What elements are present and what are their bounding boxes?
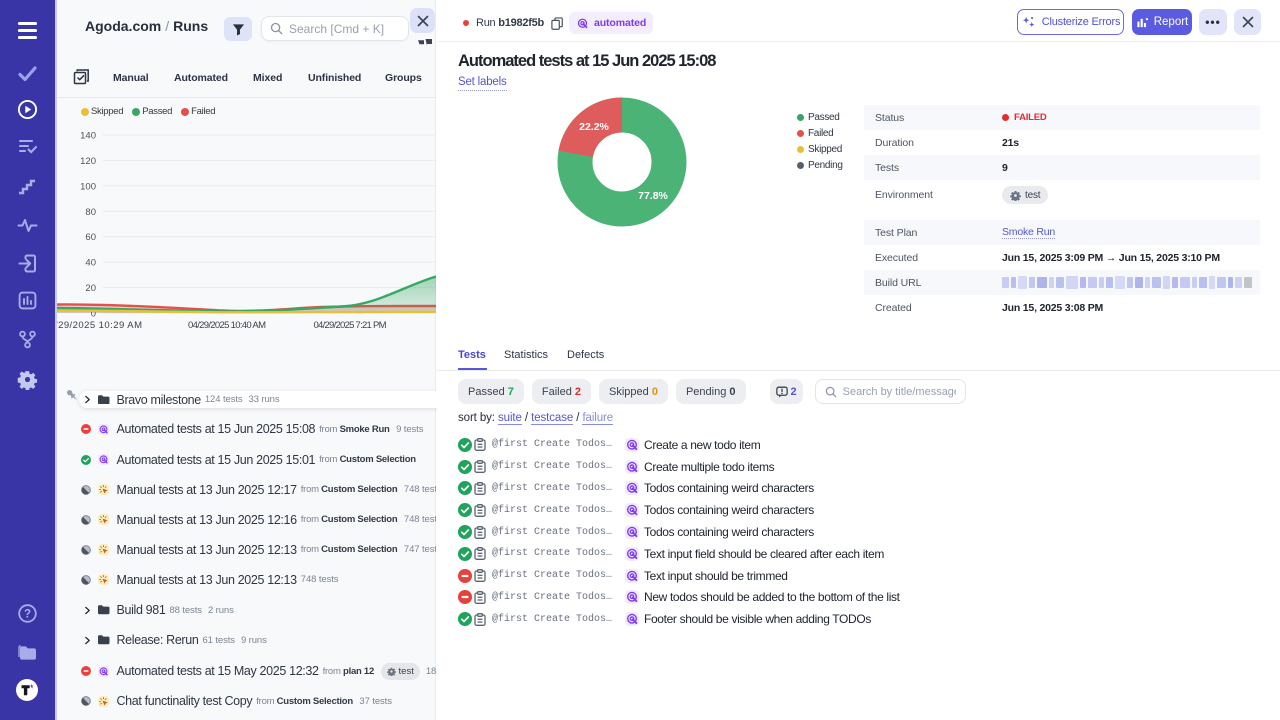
svg-text:100: 100 — [80, 181, 96, 192]
svg-text:04/29/2025 7:21 PM: 04/29/2025 7:21 PM — [314, 320, 387, 331]
svg-text:04/29/2025 10:40 AM: 04/29/2025 10:40 AM — [188, 320, 266, 331]
svg-text:80: 80 — [85, 207, 96, 218]
svg-text:/29/2025 10:29 AM: /29/2025 10:29 AM — [57, 320, 142, 331]
svg-text:40: 40 — [85, 258, 96, 269]
svg-text:140: 140 — [80, 131, 96, 142]
svg-text:20: 20 — [85, 283, 96, 294]
svg-text:60: 60 — [85, 232, 96, 243]
svg-text:22.2%: 22.2% — [579, 121, 609, 133]
svg-text:?: ? — [24, 609, 31, 621]
svg-text:77.8%: 77.8% — [638, 190, 668, 202]
svg-text:120: 120 — [80, 156, 96, 167]
